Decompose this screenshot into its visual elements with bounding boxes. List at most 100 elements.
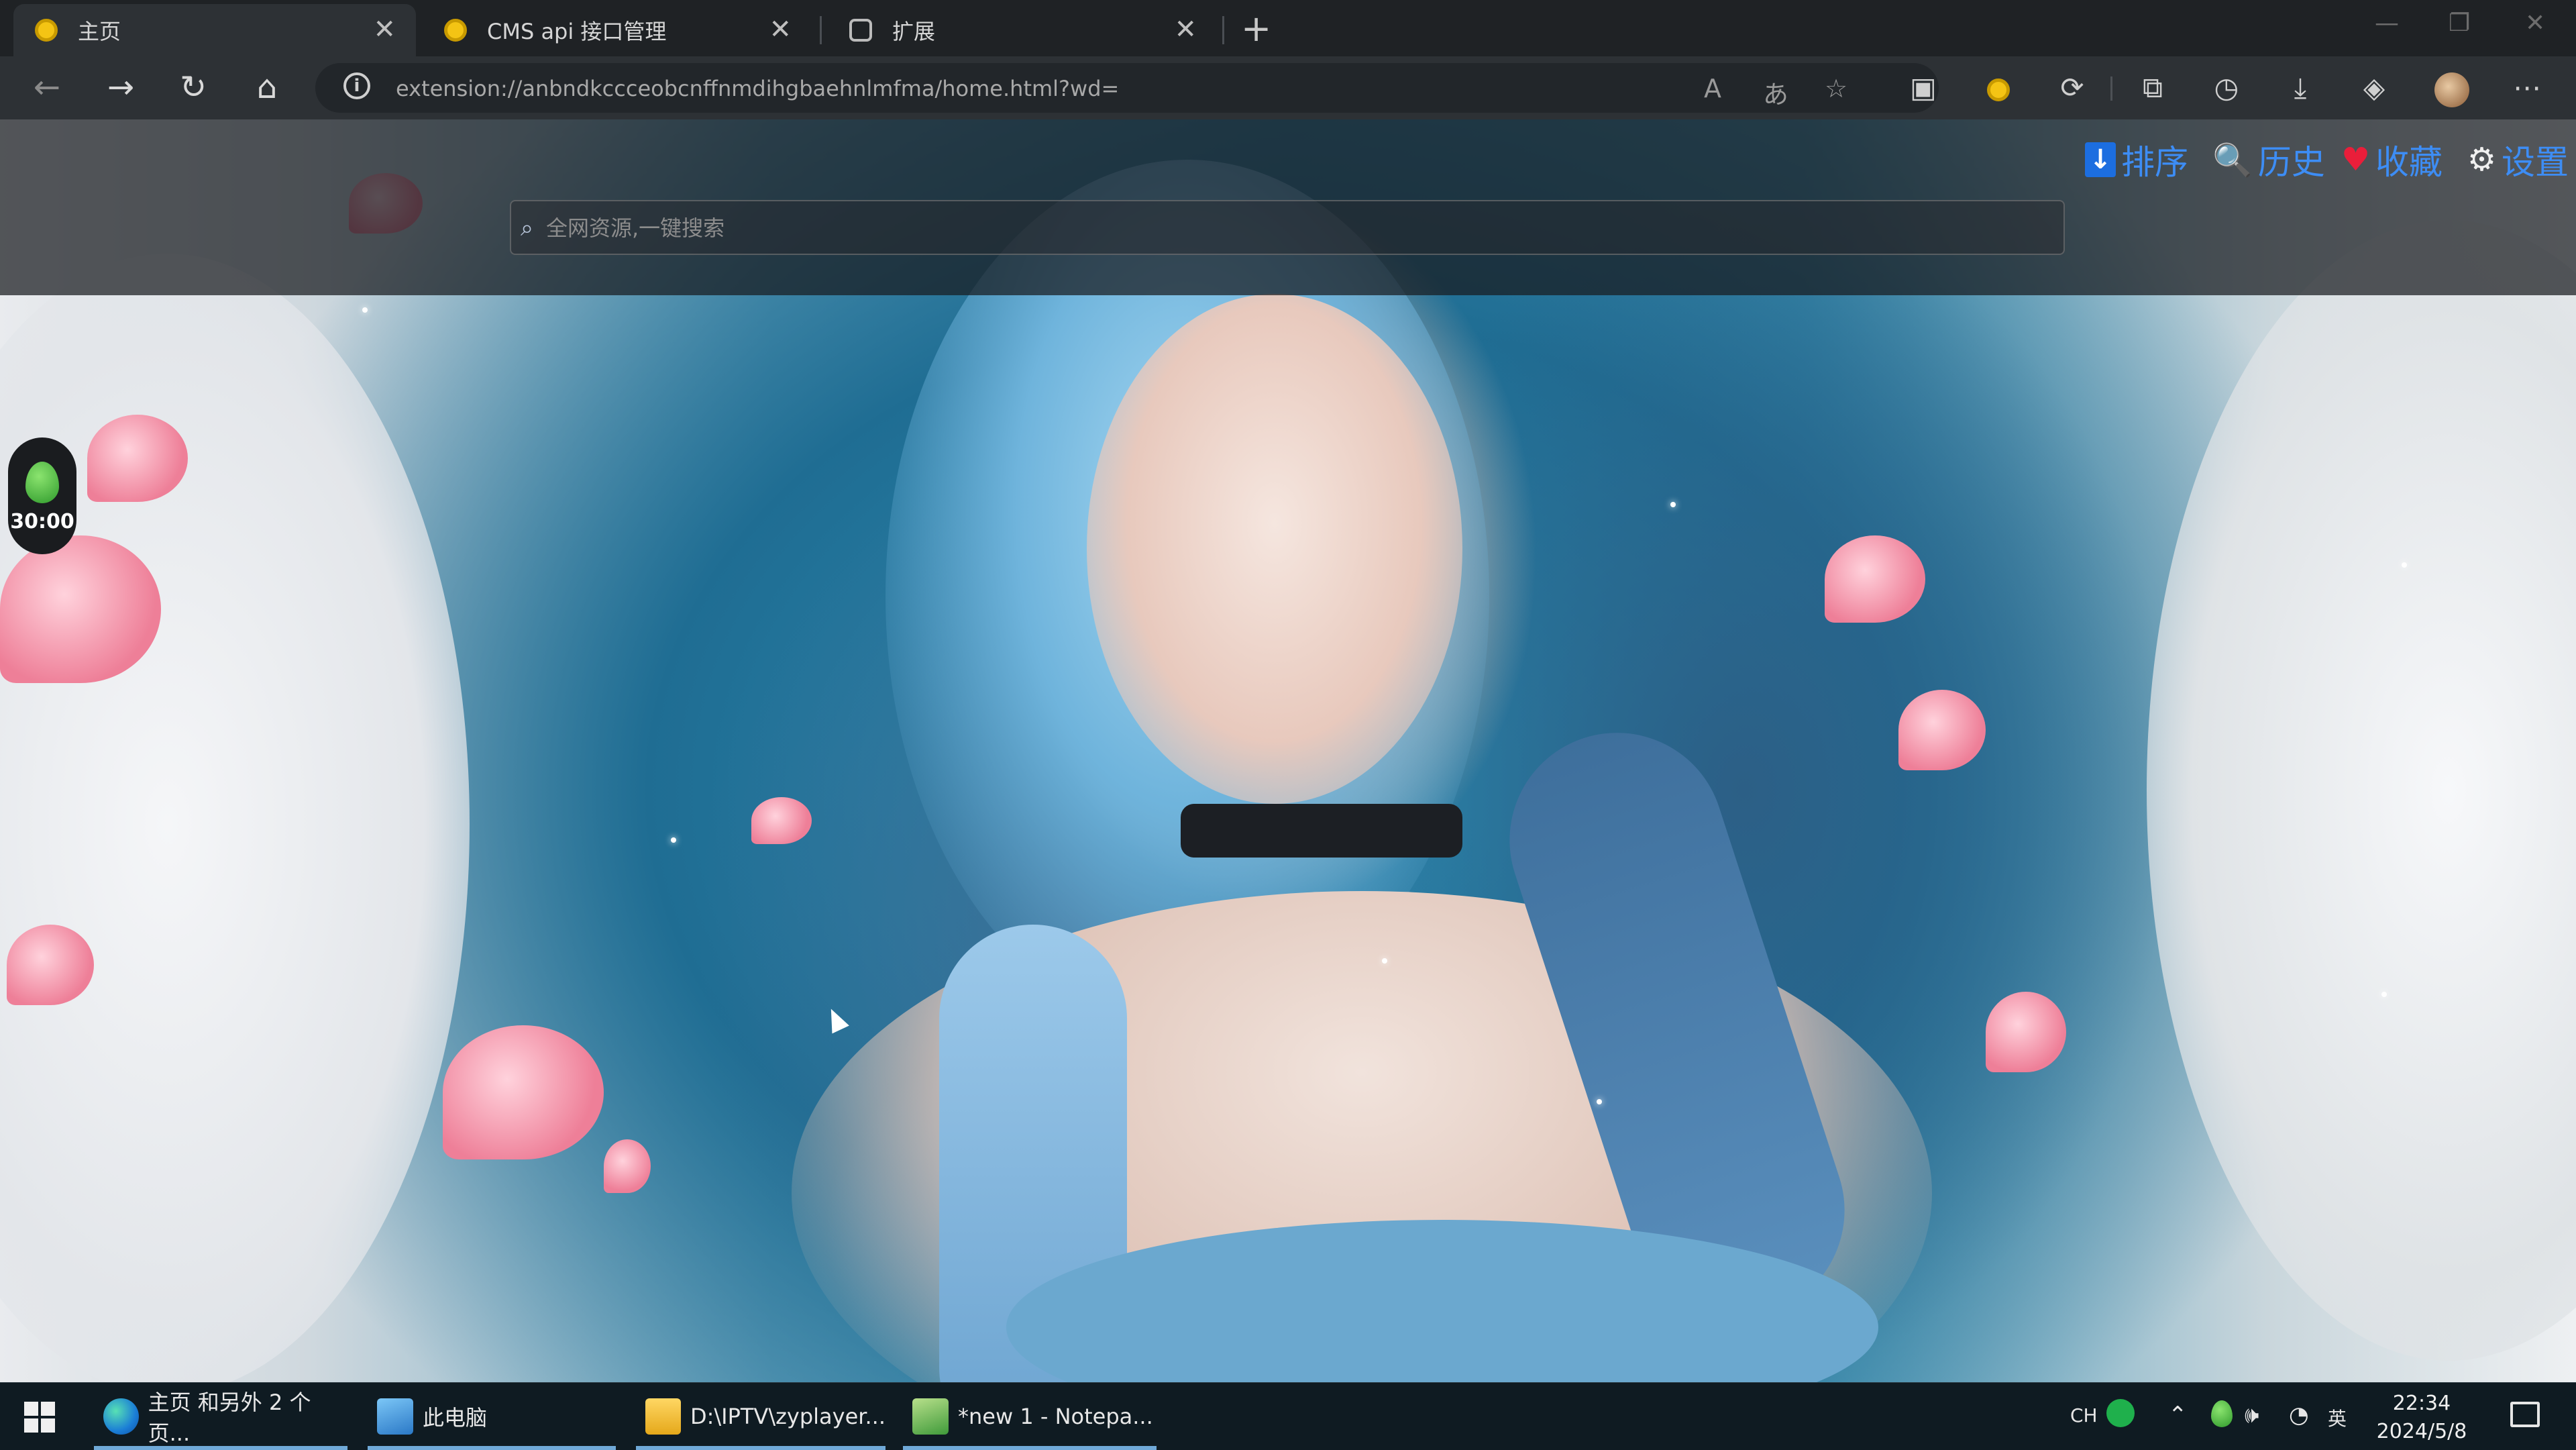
address-bar[interactable]: i extension://anbndkccceobcnffnmdihgbaeh… [315,63,1939,113]
nav-favorites[interactable]: ♥ 收藏 [2341,138,2443,182]
taskbar-item-explorer[interactable]: D:\IPTV\zyplayer... [636,1383,885,1450]
computer-icon [377,1398,413,1435]
zyplayer-extension-icon[interactable] [1980,70,2017,106]
translate-icon[interactable]: あ [1763,74,1788,111]
mouse-cursor [822,1004,849,1034]
wechat-tray-icon[interactable] [2106,1399,2135,1427]
nav-label: 排序 [2121,143,2188,182]
page-header: ↓ 排序 🔍 历史 ♥ 收藏 ⚙ 设置 ⌕ [0,119,2576,295]
flower [0,535,161,683]
taskbar-label: 此电脑 [423,1405,488,1431]
more-options-icon[interactable]: ⋯ [2509,70,2545,106]
split-screen-icon[interactable]: ⧉ [2135,70,2171,106]
site-info-icon[interactable]: i [343,72,370,99]
nav-sort[interactable]: ↓ 排序 [2085,138,2188,182]
nav-label: 设置 [2502,143,2569,182]
clock-date: 2024/5/8 [2376,1420,2467,1443]
nav-history[interactable]: 🔍 历史 [2212,138,2325,183]
tab-separator [820,16,822,44]
tab-cms-api[interactable]: CMS api 接口管理 ✕ [423,4,812,56]
profile-avatar[interactable] [2434,70,2470,107]
zyplayer-favicon-icon [444,19,467,42]
taskbar-label: *new 1 - Notepa... [958,1404,1153,1429]
home-icon[interactable]: ⌂ [247,68,287,106]
tab-close-icon[interactable]: ✕ [373,16,396,43]
zyplayer-favicon-icon [35,19,58,42]
flower [1986,992,2066,1072]
back-icon[interactable]: ← [27,68,67,106]
edge-icon [103,1398,139,1435]
sparkle [362,307,368,313]
restore-button[interactable]: ❐ [2449,9,2470,37]
download-icon[interactable]: ⤓ [2282,70,2318,106]
flower [1898,690,1986,770]
clock-time: 22:34 [2392,1392,2451,1415]
choker [1181,804,1462,858]
windows-start-icon[interactable] [24,1402,55,1433]
ime-indicator[interactable]: CH [2070,1404,2098,1427]
clock[interactable]: 22:34 2024/5/8 [2375,1390,2469,1446]
bathtub-edge-right [2147,220,2576,1361]
pomodoro-timer[interactable]: 30:00 [8,437,76,554]
sparkle [1382,958,1387,964]
sort-icon: ↓ [2085,142,2116,177]
new-tab-button[interactable]: + [1241,11,1271,47]
tab-label: 扩展 [892,19,936,44]
tab-home[interactable]: 主页 ✕ [13,4,416,56]
notification-center-icon[interactable] [2510,1402,2540,1427]
taskbar-item-notepad[interactable]: *new 1 - Notepa... [903,1383,1157,1450]
leaf-tray-icon[interactable] [2211,1400,2233,1427]
nav-settings[interactable]: ⚙ 设置 [2467,138,2569,182]
taskbar-label: D:\IPTV\zyplayer... [690,1404,885,1429]
tab-close-icon[interactable]: ✕ [1174,16,1197,43]
toolbar-separator [2110,76,2112,101]
page-background: ↓ 排序 🔍 历史 ♥ 收藏 ⚙ 设置 ⌕ 30:00 [0,119,2576,1382]
taskbar-item-edge[interactable]: 主页 和另外 2 个页... [94,1383,347,1450]
sparkle [1670,502,1676,507]
active-indicator [94,1446,347,1450]
heart-icon: ♥ [2341,141,2371,178]
browser-toolbar: ← → ↻ ⌂ i extension://anbndkccceobcnffnm… [0,56,2576,119]
active-indicator [903,1446,1157,1450]
extensions-icon[interactable]: ⟳ [2054,70,2090,106]
windows-taskbar: 主页 和另外 2 个页... 此电脑 D:\IPTV\zyplayer... *… [0,1382,2576,1450]
history-icon[interactable]: ◷ [2208,70,2245,106]
add-favorite-icon[interactable]: ☆ [1825,74,1847,103]
flower [604,1139,651,1193]
volume-icon[interactable]: 🕪 [2245,1402,2259,1429]
tab-label: CMS api 接口管理 [487,19,667,44]
network-icon[interactable]: ◔ [2289,1402,2309,1429]
sparkle [1597,1099,1602,1104]
bathtub-edge-left [0,254,470,1382]
sparkle [671,837,676,843]
sparkle [2381,992,2387,997]
nav-label: 历史 [2257,143,2325,182]
search-input[interactable] [545,209,2023,247]
notepad-icon [912,1398,949,1435]
show-hidden-icons[interactable]: ⌃ [2168,1402,2188,1429]
read-aloud-icon[interactable]: A [1704,74,1721,103]
search-icon: ⌕ [521,215,534,242]
search-bar[interactable]: ⌕ [510,200,2065,255]
extension-puzzle-icon [849,19,872,42]
timer-value: 30:00 [10,510,74,533]
tab-separator [1222,16,1224,44]
tab-extensions[interactable]: 扩展 ✕ [828,4,1217,56]
face [1087,294,1462,804]
window-close-button[interactable]: ✕ [2525,9,2545,37]
extension-vr-icon[interactable]: ▣ [1905,70,1941,106]
flower [443,1025,604,1159]
forward-icon[interactable]: → [101,68,141,106]
flower [751,797,812,844]
flower [1825,535,1925,623]
nav-label: 收藏 [2375,143,2443,182]
url-text[interactable]: extension://anbndkccceobcnffnmdihgbaehnl… [396,76,1119,101]
refresh-icon[interactable]: ↻ [173,68,213,106]
taskbar-label: 主页 和另外 2 个页... [148,1390,311,1446]
minimize-button[interactable]: — [2375,9,2399,37]
browser-essentials-icon[interactable]: ◈ [2356,70,2392,106]
tab-close-icon[interactable]: ✕ [769,16,792,43]
taskbar-item-this-pc[interactable]: 此电脑 [368,1383,616,1450]
gear-icon: ⚙ [2467,141,2497,178]
input-language-icon[interactable]: 英 [2328,1404,2347,1431]
